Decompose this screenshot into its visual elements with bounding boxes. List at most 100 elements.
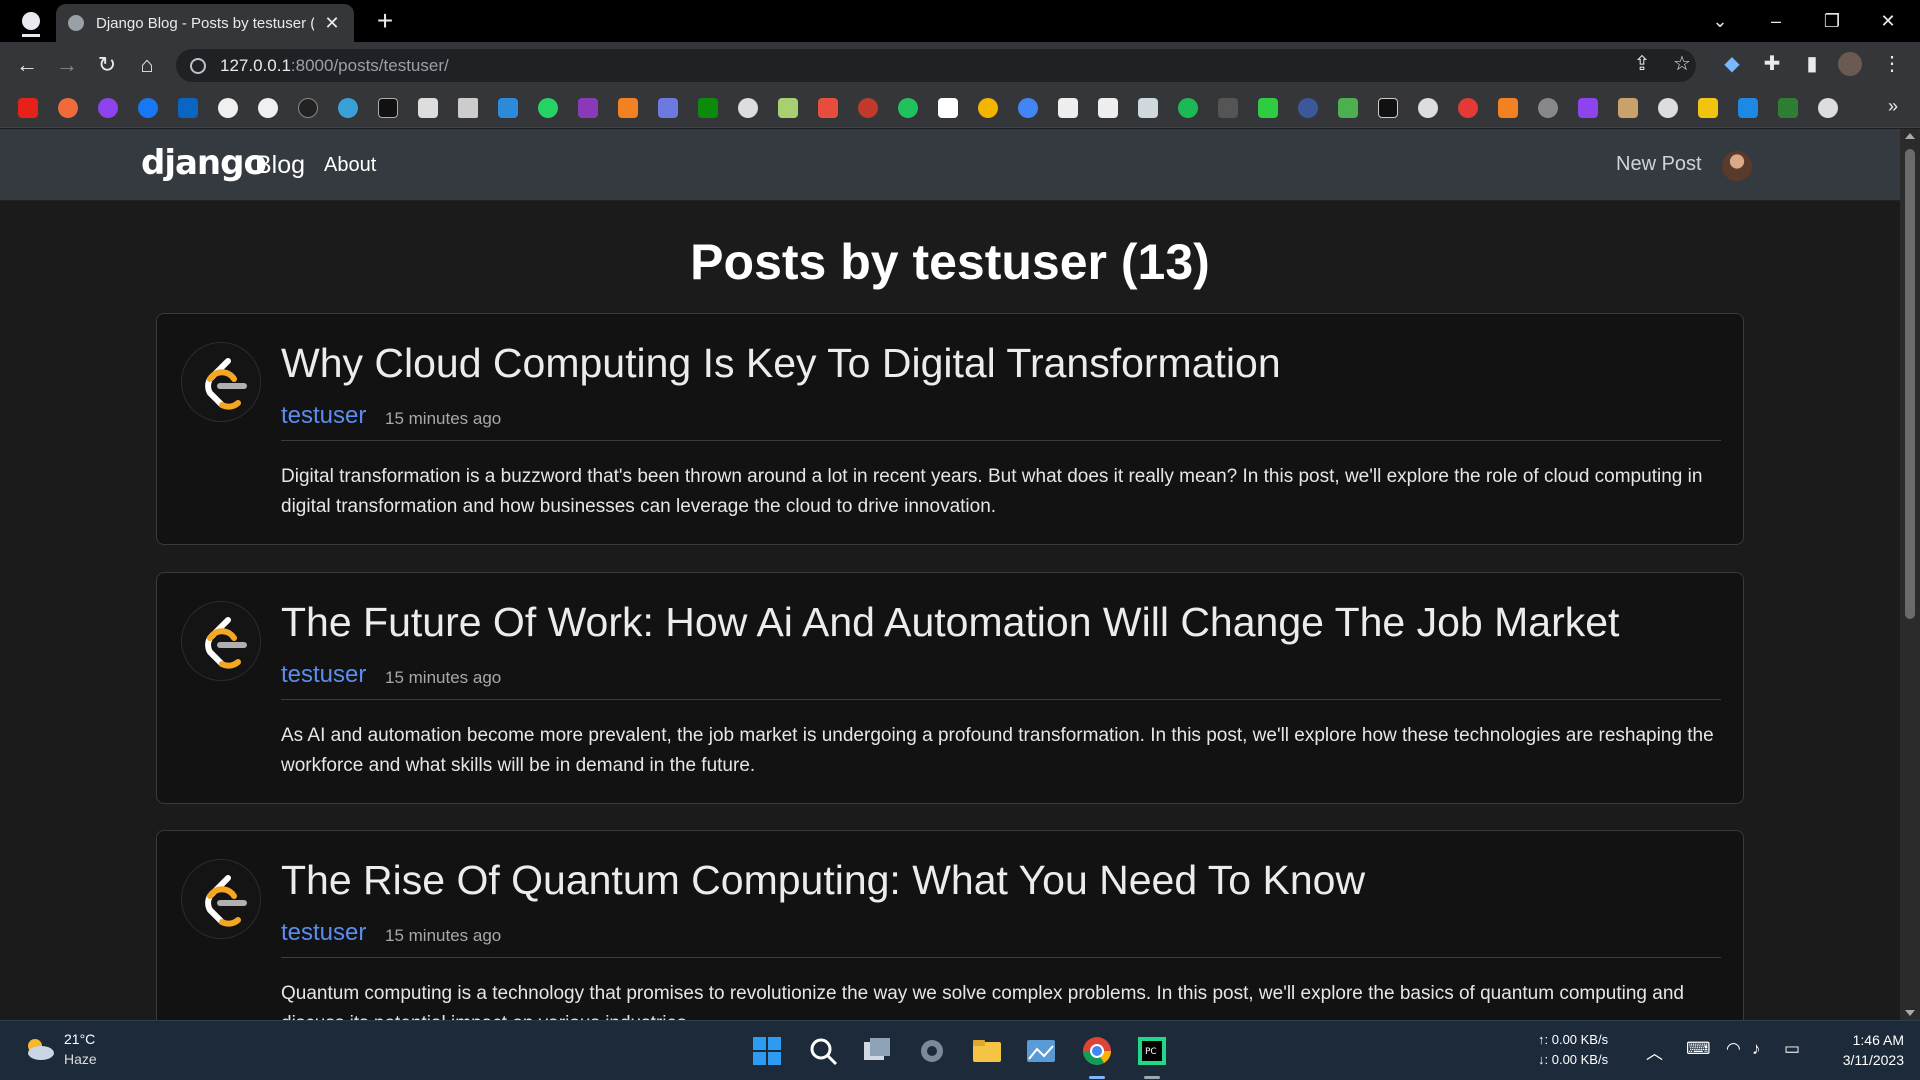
back-arrow-icon[interactable]: ← bbox=[12, 50, 42, 80]
bookmark-icon[interactable] bbox=[138, 98, 158, 118]
bookmark-icon[interactable] bbox=[1458, 98, 1478, 118]
volume-icon[interactable]: ♪ bbox=[1752, 1039, 1761, 1059]
tab-close-button[interactable]: ✕ bbox=[322, 13, 342, 34]
minimize-button[interactable]: – bbox=[1756, 6, 1796, 36]
bookmark-icon[interactable] bbox=[898, 98, 918, 118]
brand-logo[interactable]: django bbox=[141, 143, 267, 183]
address-bar[interactable]: 127.0.0.1 :8000/posts/testuser/ bbox=[176, 49, 1696, 82]
post-title-link[interactable]: The Future Of Work: How Ai And Automatio… bbox=[281, 599, 1619, 646]
post-author-link[interactable]: testuser bbox=[281, 919, 366, 947]
bookmark-icon[interactable] bbox=[1138, 98, 1158, 118]
tab-search-icon[interactable] bbox=[22, 12, 40, 30]
new-post-link[interactable]: New Post bbox=[1616, 153, 1702, 176]
restore-button[interactable]: ❐ bbox=[1812, 6, 1852, 36]
author-avatar-logo-icon[interactable] bbox=[181, 342, 261, 422]
bookmark-icon[interactable] bbox=[658, 98, 678, 118]
site-info-icon[interactable] bbox=[190, 57, 206, 74]
bookmark-icon[interactable] bbox=[1698, 98, 1718, 118]
author-avatar-logo-icon[interactable] bbox=[181, 859, 261, 939]
bookmark-icon[interactable] bbox=[1538, 98, 1558, 118]
bookmark-icon[interactable] bbox=[818, 98, 838, 118]
bookmark-icon[interactable] bbox=[1778, 98, 1798, 118]
close-window-button[interactable]: ✕ bbox=[1868, 6, 1908, 36]
bookmark-icon[interactable] bbox=[1218, 98, 1238, 118]
bookmark-icon[interactable] bbox=[1258, 98, 1278, 118]
task-view-icon[interactable] bbox=[860, 1034, 894, 1068]
chrome-icon[interactable] bbox=[1080, 1034, 1114, 1068]
scroll-up-arrow-icon[interactable] bbox=[1905, 133, 1915, 139]
menu-kebab-icon[interactable]: ⋮ bbox=[1878, 50, 1906, 78]
windows-start-icon[interactable] bbox=[750, 1034, 784, 1068]
share-icon[interactable]: ⇪ bbox=[1628, 50, 1656, 78]
globe-icon[interactable] bbox=[738, 98, 758, 118]
bookmark-icon[interactable] bbox=[1578, 98, 1598, 118]
battery-icon[interactable]: ▭ bbox=[1784, 1039, 1800, 1059]
bookmark-icon[interactable] bbox=[1338, 98, 1358, 118]
pycharm-icon[interactable]: PC bbox=[1135, 1034, 1169, 1068]
bookmarks-more-button[interactable]: » bbox=[1888, 96, 1898, 117]
flask-icon[interactable] bbox=[458, 98, 478, 118]
page-scrollbar[interactable] bbox=[1900, 129, 1920, 1020]
bookmark-icon[interactable] bbox=[858, 98, 878, 118]
bookmark-star-icon[interactable]: ☆ bbox=[1668, 50, 1696, 78]
bookmark-icon[interactable] bbox=[378, 98, 398, 118]
side-panel-icon[interactable]: ▮ bbox=[1798, 50, 1826, 78]
whatsapp-icon[interactable] bbox=[538, 98, 558, 118]
bookmark-icon[interactable] bbox=[98, 98, 118, 118]
bookmark-icon[interactable] bbox=[58, 98, 78, 118]
github-icon[interactable] bbox=[258, 98, 278, 118]
author-avatar-logo-icon[interactable] bbox=[181, 601, 261, 681]
new-tab-button[interactable]: + bbox=[370, 6, 400, 36]
bookmark-icon[interactable] bbox=[1058, 98, 1078, 118]
home-icon[interactable]: ⌂ bbox=[132, 50, 162, 80]
bookmark-icon[interactable] bbox=[1098, 98, 1118, 118]
bookmark-icon[interactable] bbox=[1498, 98, 1518, 118]
post-title-link[interactable]: The Rise Of Quantum Computing: What You … bbox=[281, 857, 1365, 904]
post-author-link[interactable]: testuser bbox=[281, 661, 366, 689]
post-title-link[interactable]: Why Cloud Computing Is Key To Digital Tr… bbox=[281, 340, 1281, 387]
chrome-icon[interactable] bbox=[978, 98, 998, 118]
globe-icon[interactable] bbox=[1818, 98, 1838, 118]
bookmark-icon[interactable] bbox=[1178, 98, 1198, 118]
profile-avatar[interactable] bbox=[1838, 52, 1862, 76]
linkedin-icon[interactable] bbox=[178, 98, 198, 118]
bookmark-icon[interactable] bbox=[418, 98, 438, 118]
wifi-icon[interactable]: ◠ bbox=[1726, 1039, 1741, 1059]
bookmark-icon[interactable] bbox=[1298, 98, 1318, 118]
wikipedia-icon[interactable] bbox=[938, 98, 958, 118]
nav-about-link[interactable]: About bbox=[324, 154, 376, 177]
browser-tab-active[interactable]: Django Blog - Posts by testuser ( ✕ bbox=[56, 4, 354, 42]
show-hidden-icons-chevron-icon[interactable]: ︿ bbox=[1646, 1039, 1663, 1064]
bookmark-icon[interactable] bbox=[338, 98, 358, 118]
weather-temperature[interactable]: 21°C bbox=[64, 1031, 95, 1047]
youtube-icon[interactable] bbox=[18, 98, 38, 118]
scroll-thumb[interactable] bbox=[1905, 149, 1915, 619]
bookmark-icon[interactable] bbox=[698, 98, 718, 118]
keyboard-icon[interactable]: ⌨ bbox=[1686, 1039, 1711, 1059]
settings-gear-icon[interactable] bbox=[915, 1034, 949, 1068]
bookmark-icon[interactable] bbox=[1018, 98, 1038, 118]
bookmark-icon[interactable] bbox=[578, 98, 598, 118]
file-explorer-icon[interactable] bbox=[970, 1034, 1004, 1068]
forward-arrow-icon[interactable]: → bbox=[52, 50, 82, 80]
brand-blog-link[interactable]: Blog bbox=[255, 151, 305, 180]
reload-icon[interactable]: ↻ bbox=[92, 50, 122, 80]
system-clock[interactable]: 1:46 AM 3/11/2023 bbox=[1820, 1030, 1904, 1070]
weather-haze-icon[interactable] bbox=[22, 1035, 56, 1063]
bookmark-icon[interactable] bbox=[1738, 98, 1758, 118]
photos-icon[interactable] bbox=[1024, 1034, 1058, 1068]
user-avatar[interactable] bbox=[1722, 151, 1752, 181]
globe-icon[interactable] bbox=[1658, 98, 1678, 118]
bookmark-icon[interactable] bbox=[498, 98, 518, 118]
stackoverflow-icon[interactable] bbox=[618, 98, 638, 118]
bookmark-icon[interactable] bbox=[778, 98, 798, 118]
search-icon[interactable] bbox=[806, 1034, 840, 1068]
chevron-down-icon[interactable]: ⌄ bbox=[1700, 6, 1740, 36]
github-icon[interactable] bbox=[218, 98, 238, 118]
extensions-puzzle-icon[interactable]: ✚ bbox=[1758, 50, 1786, 78]
globe-icon[interactable] bbox=[1418, 98, 1438, 118]
scroll-down-arrow-icon[interactable] bbox=[1905, 1010, 1915, 1016]
post-author-link[interactable]: testuser bbox=[281, 402, 366, 430]
extension-shield-icon[interactable]: ◆ bbox=[1718, 50, 1746, 78]
bookmark-icon[interactable] bbox=[1618, 98, 1638, 118]
